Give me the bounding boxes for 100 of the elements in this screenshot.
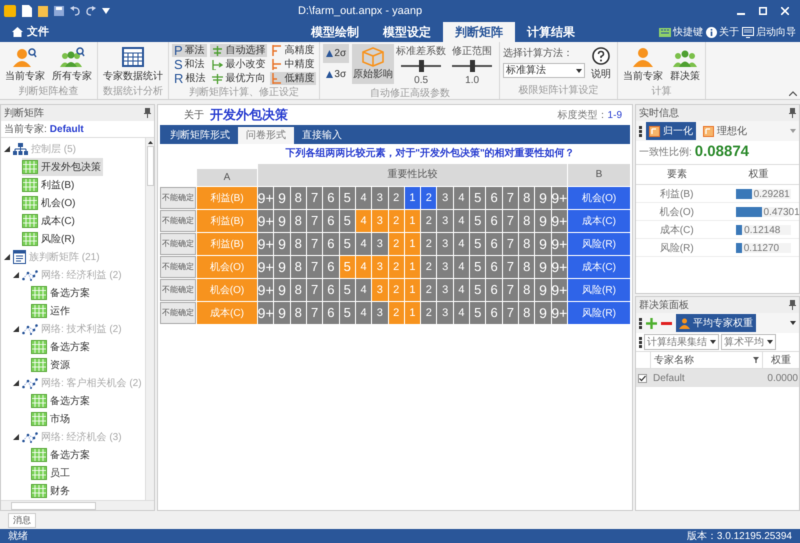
- tree-item[interactable]: 财务: [31, 482, 72, 500]
- vertical-scrollbar[interactable]: [145, 138, 154, 500]
- collapse-arrow-icon[interactable]: [13, 326, 19, 332]
- unsure-button[interactable]: 不能确定: [160, 233, 196, 255]
- scale-option[interactable]: 5: [470, 210, 486, 232]
- pin-icon[interactable]: [789, 300, 796, 310]
- scale-option[interactable]: 2: [421, 233, 436, 255]
- scale-option[interactable]: 6: [323, 256, 339, 278]
- scale-option[interactable]: 9+: [552, 233, 567, 255]
- scale-option[interactable]: 6: [486, 233, 502, 255]
- scale-option[interactable]: 1: [404, 187, 420, 209]
- file-menu[interactable]: 文件: [0, 22, 61, 42]
- scale-option[interactable]: 7: [306, 302, 322, 324]
- scale-option[interactable]: 4: [356, 279, 372, 301]
- scale-option[interactable]: 4: [454, 279, 470, 301]
- collapse-arrow-icon[interactable]: [13, 380, 19, 386]
- ribbon-link[interactable]: 关于: [706, 24, 739, 40]
- scale-option[interactable]: 9: [274, 187, 290, 209]
- scale-option[interactable]: 9+: [552, 256, 567, 278]
- scale-option[interactable]: 4: [454, 210, 470, 232]
- method-dropdown[interactable]: 标准算法: [503, 63, 586, 78]
- scale-option[interactable]: 5: [340, 302, 355, 324]
- ribbon-link[interactable]: 快捷键: [659, 24, 703, 40]
- collapse-icon[interactable]: [789, 91, 797, 96]
- average-weight-button[interactable]: 平均专家权重: [676, 314, 756, 332]
- scale-option[interactable]: 4: [356, 256, 372, 278]
- tree-item[interactable]: 成本(C): [22, 212, 77, 230]
- tree-item[interactable]: 网络: 经济利益 (2): [22, 266, 124, 284]
- scale-option[interactable]: 3: [437, 210, 453, 232]
- scroll-thumb[interactable]: [146, 146, 154, 186]
- option-button[interactable]: 自动选择: [210, 44, 268, 57]
- filter-icon[interactable]: [753, 357, 759, 363]
- scale-option[interactable]: 8: [519, 279, 534, 301]
- ribbon-tab[interactable]: 模型设定: [371, 22, 443, 42]
- scale-option[interactable]: 8: [519, 187, 534, 209]
- collapse-arrow-icon[interactable]: [13, 272, 19, 278]
- scale-option[interactable]: 8: [290, 210, 306, 232]
- option-button[interactable]: R 根法: [172, 72, 208, 85]
- ribbon-link[interactable]: 启动向导: [742, 24, 796, 40]
- scale-option[interactable]: 6: [486, 279, 502, 301]
- scale-option[interactable]: 3: [372, 187, 388, 209]
- scale-option[interactable]: 1: [404, 256, 420, 278]
- scale-option[interactable]: 4: [356, 233, 372, 255]
- scale-option[interactable]: 2: [421, 256, 436, 278]
- scale-option[interactable]: 9: [274, 279, 290, 301]
- scale-option[interactable]: 3: [372, 302, 388, 324]
- tree-item[interactable]: 风险(R): [22, 230, 77, 248]
- scale-option[interactable]: 2: [388, 302, 404, 324]
- scale-option[interactable]: 5: [470, 279, 486, 301]
- scale-option[interactable]: 5: [340, 256, 355, 278]
- ribbon-tab[interactable]: 判断矩阵: [443, 22, 515, 42]
- scale-option[interactable]: 2: [388, 187, 404, 209]
- scale-option[interactable]: 7: [306, 256, 322, 278]
- tree-item[interactable]: 族判断矩阵 (21): [13, 248, 102, 266]
- scale-option[interactable]: 5: [340, 279, 355, 301]
- scroll-thumb[interactable]: [11, 502, 96, 510]
- collapse-arrow-icon[interactable]: [4, 254, 10, 260]
- scale-option[interactable]: 3: [372, 256, 388, 278]
- scale-option[interactable]: 4: [356, 187, 372, 209]
- scale-option[interactable]: 2: [388, 210, 404, 232]
- pin-icon[interactable]: [789, 108, 796, 118]
- scale-option[interactable]: 6: [486, 210, 502, 232]
- scale-option[interactable]: 4: [454, 187, 470, 209]
- scale-option[interactable]: 2: [421, 279, 436, 301]
- scale-option[interactable]: 9+: [552, 302, 567, 324]
- scale-option[interactable]: 9: [535, 233, 551, 255]
- scale-option[interactable]: 9+: [552, 279, 567, 301]
- scale-option[interactable]: 3: [437, 187, 453, 209]
- scale-option[interactable]: 6: [486, 256, 502, 278]
- option-button[interactable]: S 和法: [172, 58, 208, 71]
- scale-option[interactable]: 4: [454, 256, 470, 278]
- scale-option[interactable]: 6: [323, 302, 339, 324]
- scale-option[interactable]: 9: [535, 210, 551, 232]
- tree-item[interactable]: 开发外包决策: [22, 158, 103, 176]
- scale-option[interactable]: 1: [404, 279, 420, 301]
- option-button[interactable]: 低精度: [270, 72, 316, 85]
- dropdown[interactable]: 计算结果集结: [644, 334, 719, 350]
- pin-icon[interactable]: [144, 108, 151, 118]
- open-folder-icon[interactable]: [38, 5, 48, 17]
- scale-option[interactable]: 6: [323, 233, 339, 255]
- scale-option[interactable]: 7: [306, 279, 322, 301]
- slider[interactable]: [452, 60, 492, 72]
- scale-option[interactable]: 2: [388, 256, 404, 278]
- scale-option[interactable]: 9: [535, 187, 551, 209]
- scale-option[interactable]: 9: [274, 233, 290, 255]
- sigma-button[interactable]: 3σ: [323, 65, 350, 84]
- scale-option[interactable]: 8: [290, 256, 306, 278]
- add-icon[interactable]: [646, 318, 657, 328]
- scale-option[interactable]: 1: [404, 233, 420, 255]
- tree-item[interactable]: 网络: 经济机会 (3): [22, 428, 124, 446]
- tree-item[interactable]: 利益(B): [22, 176, 76, 194]
- scale-option[interactable]: 8: [519, 256, 534, 278]
- scale-option[interactable]: 9: [274, 256, 290, 278]
- scale-option[interactable]: 2: [388, 279, 404, 301]
- scale-option[interactable]: 6: [486, 302, 502, 324]
- scale-option[interactable]: 9: [535, 256, 551, 278]
- option-button[interactable]: 中精度: [270, 58, 316, 71]
- unsure-button[interactable]: 不能确定: [160, 210, 196, 232]
- scale-option[interactable]: 7: [502, 279, 518, 301]
- scale-option[interactable]: 8: [519, 210, 534, 232]
